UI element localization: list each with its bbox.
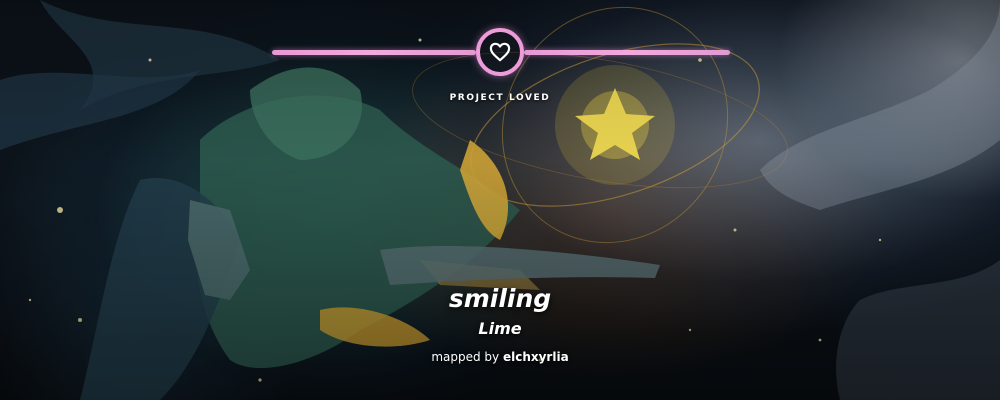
loved-bar-right (524, 50, 730, 55)
loved-badge (476, 28, 524, 76)
mapper-line: mapped by elchxyrlia (0, 350, 1000, 364)
heart-icon (489, 42, 511, 62)
beatmap-title: smiling (448, 284, 552, 313)
mapper-name-link[interactable]: elchxyrlia (503, 350, 569, 364)
project-loved-label: PROJECT LOVED (449, 93, 551, 103)
beatmap-artist: Lime (478, 319, 522, 338)
mapped-by-label: mapped by (431, 350, 500, 364)
loved-bar-left (272, 50, 476, 55)
beatmap-banner: PROJECT LOVED smiling Lime mapped by elc… (0, 0, 1000, 400)
